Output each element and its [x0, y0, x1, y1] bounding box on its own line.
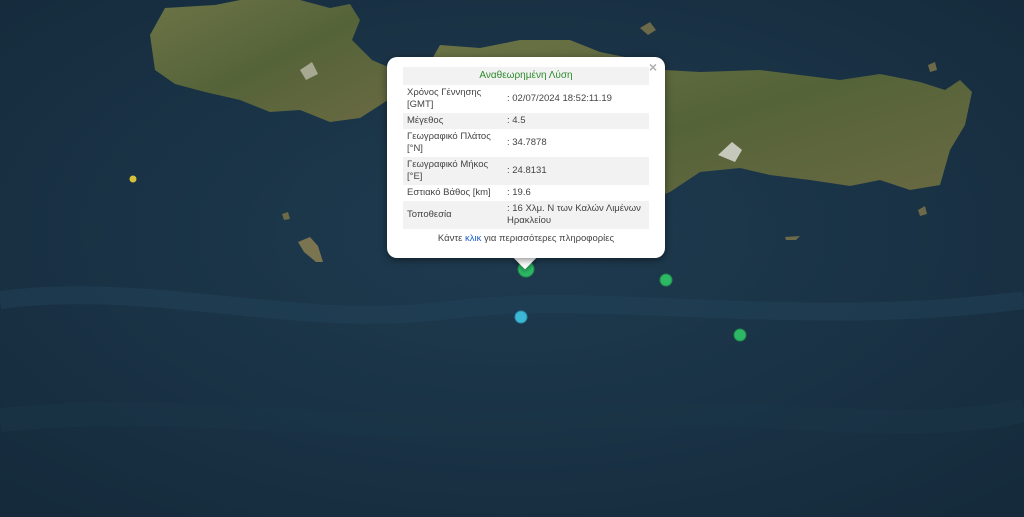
more-info-prefix: Κάντε [437, 233, 463, 244]
earthquake-marker[interactable] [659, 273, 673, 287]
latitude-label: Γεωγραφικό Πλάτος [°N] [403, 129, 503, 157]
more-info-suffix: για περισσότερες πληροφορίες [484, 233, 615, 244]
earthquake-marker[interactable] [129, 175, 137, 183]
table-row: Μέγεθος : 4.5 [403, 113, 649, 129]
origin-time-value: : 02/07/2024 18:52:11.19 [503, 85, 649, 113]
more-info-line: Κάντε κλικ για περισσότερες πληροφορίες [403, 233, 649, 244]
earthquake-marker[interactable] [514, 310, 528, 324]
table-row: Εστιακό Βάθος [km] : 19.6 [403, 185, 649, 201]
earthquake-info-popup: × Αναθεωρημένη Λύση Χρόνος Γέννησης [GMT… [387, 57, 665, 258]
event-details-table: Χρόνος Γέννησης [GMT] : 02/07/2024 18:52… [403, 85, 649, 229]
longitude-value: : 24.8131 [503, 157, 649, 185]
table-row: Χρόνος Γέννησης [GMT] : 02/07/2024 18:52… [403, 85, 649, 113]
earthquake-marker[interactable] [733, 328, 747, 342]
more-info-link[interactable]: κλικ [465, 233, 481, 244]
popup-title: Αναθεωρημένη Λύση [403, 67, 649, 85]
depth-label: Εστιακό Βάθος [km] [403, 185, 503, 201]
table-row: Τοποθεσία : 16 Χλμ. Ν των Καλών Λιμένων … [403, 201, 649, 229]
location-label: Τοποθεσία [403, 201, 503, 229]
latitude-value: : 34.7878 [503, 129, 649, 157]
table-row: Γεωγραφικό Μήκος [°E] : 24.8131 [403, 157, 649, 185]
longitude-label: Γεωγραφικό Μήκος [°E] [403, 157, 503, 185]
location-value: : 16 Χλμ. Ν των Καλών Λιμένων Ηρακλείου [503, 201, 649, 229]
magnitude-value: : 4.5 [503, 113, 649, 129]
depth-value: : 19.6 [503, 185, 649, 201]
magnitude-label: Μέγεθος [403, 113, 503, 129]
seabed-ridge [0, 398, 1024, 438]
origin-time-label: Χρόνος Γέννησης [GMT] [403, 85, 503, 113]
table-row: Γεωγραφικό Πλάτος [°N] : 34.7878 [403, 129, 649, 157]
